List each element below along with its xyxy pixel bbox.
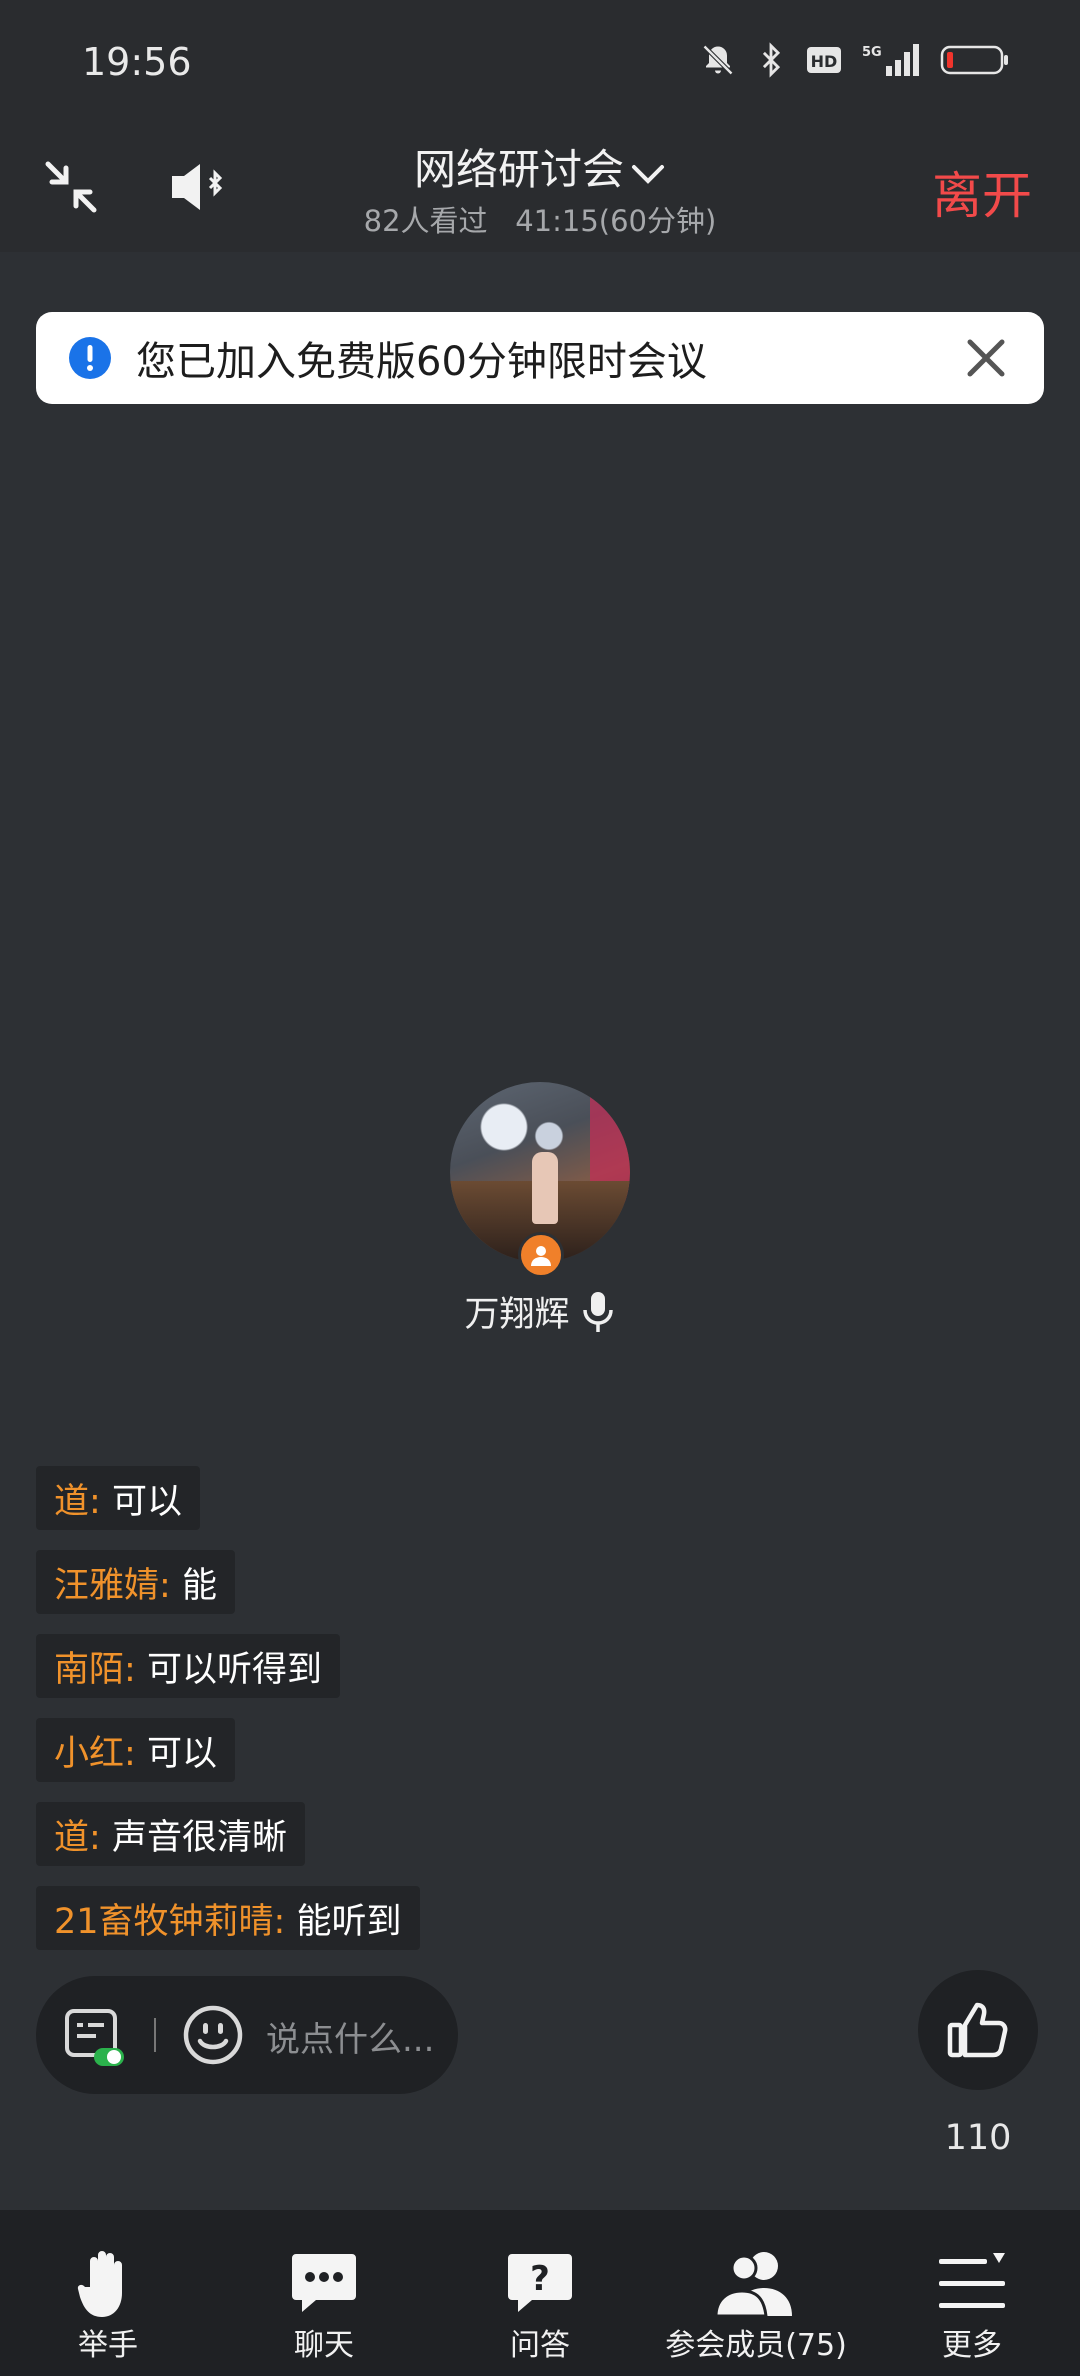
nav-chat[interactable]: 聊天 bbox=[216, 2210, 432, 2376]
chat-input-bar[interactable]: 说点什么... bbox=[36, 1976, 458, 2094]
svg-text:?: ? bbox=[530, 2259, 550, 2299]
microphone-icon bbox=[580, 1290, 616, 1343]
speaker-avatar[interactable] bbox=[450, 1082, 630, 1278]
battery-low-icon bbox=[940, 45, 1008, 75]
meeting-duration: 41:15(60分钟) bbox=[515, 204, 717, 238]
thumbs-up-icon bbox=[947, 2002, 1008, 2058]
chat-text: 能听到 bbox=[296, 1901, 402, 1942]
emoji-button[interactable] bbox=[182, 2004, 244, 2070]
nav-label: 问答 bbox=[510, 2328, 570, 2363]
raise-hand-icon bbox=[0, 2244, 216, 2322]
speaker-name: 万翔辉 bbox=[0, 1286, 1080, 1343]
status-bar: 19:56 HD 5G bbox=[0, 0, 1080, 130]
chat-text: 声音很清晰 bbox=[111, 1817, 287, 1858]
nav-raise-hand[interactable]: 举手 bbox=[0, 2210, 216, 2376]
free-plan-notice: 您已加入免费版60分钟限时会议 bbox=[36, 312, 1044, 404]
chat-icon bbox=[216, 2244, 432, 2322]
chat-message: 汪雅婧: 能 bbox=[36, 1550, 235, 1614]
like-count: 110 bbox=[944, 2118, 1012, 2158]
notice-text: 您已加入免费版60分钟限时会议 bbox=[136, 339, 707, 385]
bluetooth-icon bbox=[762, 42, 781, 78]
info-icon bbox=[69, 337, 111, 379]
nav-label: 聊天 bbox=[294, 2328, 354, 2363]
nav-label: 举手 bbox=[78, 2328, 138, 2363]
nav-qa[interactable]: ? 问答 bbox=[432, 2210, 648, 2376]
more-icon bbox=[864, 2244, 1080, 2322]
bell-off-icon bbox=[702, 44, 734, 76]
leave-button[interactable]: 离开 bbox=[932, 156, 1032, 228]
chat-message: 21畜牧钟莉晴: 能听到 bbox=[36, 1886, 420, 1950]
status-icons: HD 5G bbox=[700, 42, 1010, 78]
chat-message: 小红: 可以 bbox=[36, 1718, 235, 1782]
chat-input-placeholder[interactable]: 说点什么... bbox=[266, 2012, 434, 2061]
chat-sender: 小红: bbox=[54, 1733, 136, 1774]
nav-members[interactable]: 参会成员(75) bbox=[648, 2210, 864, 2376]
hd-icon: HD bbox=[807, 47, 841, 73]
speaker-name-text: 万翔辉 bbox=[464, 1295, 570, 1335]
chat-message: 道: 可以 bbox=[36, 1466, 200, 1530]
meeting-subtitle: 82人看过 41:15(60分钟) bbox=[0, 198, 1080, 240]
like-button[interactable] bbox=[918, 1970, 1038, 2090]
chat-sender: 21畜牧钟莉晴: bbox=[54, 1901, 286, 1942]
nav-more[interactable]: 更多 bbox=[864, 2210, 1080, 2376]
smiley-icon bbox=[183, 2005, 243, 2065]
chat-text: 可以 bbox=[146, 1733, 217, 1774]
net-label: 5G bbox=[862, 45, 882, 60]
chat-sender: 南陌: bbox=[54, 1649, 136, 1690]
chat-sender: 道: bbox=[54, 1481, 101, 1522]
meeting-title[interactable]: 网络研讨会 bbox=[0, 136, 1080, 197]
chat-message: 南陌: 可以听得到 bbox=[36, 1634, 340, 1698]
divider bbox=[154, 2018, 156, 2052]
viewer-count: 82人看过 bbox=[363, 204, 488, 238]
members-icon bbox=[648, 2244, 864, 2322]
qa-icon: ? bbox=[432, 2244, 648, 2322]
chat-sender: 汪雅婧: bbox=[54, 1565, 171, 1606]
chat-sender: 道: bbox=[54, 1817, 101, 1858]
hd-label: HD bbox=[811, 52, 838, 71]
close-icon bbox=[967, 339, 1005, 377]
signal-5g-icon: 5G bbox=[862, 44, 919, 76]
bottom-nav: 举手 聊天 ? 问答 参会成员(75) 更多 bbox=[0, 2210, 1080, 2376]
meeting-top-bar: 网络研讨会 82人看过 41:15(60分钟) 离开 bbox=[0, 130, 1080, 252]
chat-text: 能 bbox=[181, 1565, 217, 1606]
nav-label: 参会成员(75) bbox=[665, 2328, 847, 2363]
chat-text: 可以听得到 bbox=[146, 1649, 322, 1690]
chat-message: 道: 声音很清晰 bbox=[36, 1802, 305, 1866]
status-time: 19:56 bbox=[82, 40, 192, 84]
chat-text: 可以 bbox=[111, 1481, 182, 1522]
host-person-icon bbox=[531, 1246, 551, 1266]
meeting-title-text: 网络研讨会 bbox=[413, 145, 624, 194]
subtitle-toggle-button[interactable] bbox=[64, 2008, 126, 2072]
close-notice-button[interactable] bbox=[962, 334, 1010, 382]
nav-label: 更多 bbox=[942, 2328, 1002, 2363]
caption-toggle-icon bbox=[65, 2009, 124, 2066]
host-badge bbox=[518, 1232, 564, 1278]
chevron-down-icon bbox=[630, 148, 666, 197]
